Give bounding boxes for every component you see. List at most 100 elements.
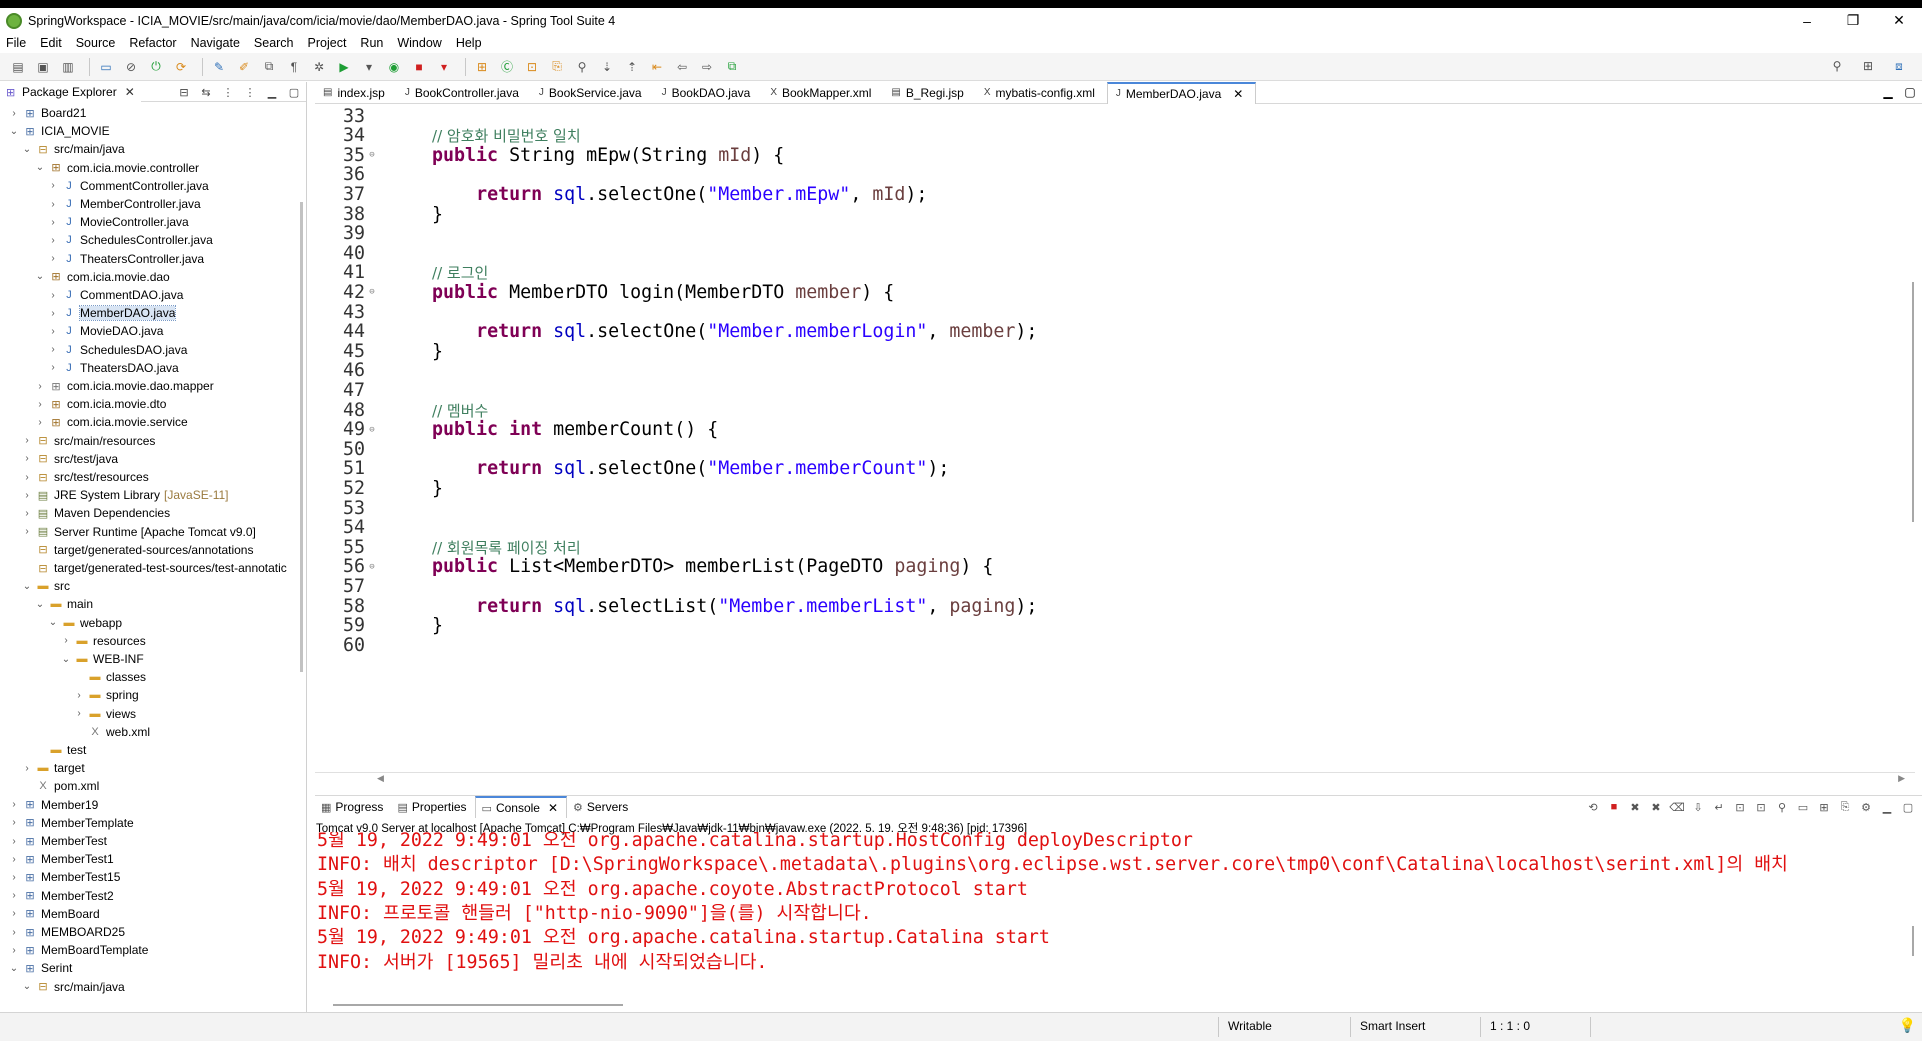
- editor-tab[interactable]: J MemberDAO.java ✕: [1106, 81, 1257, 104]
- coverage-icon[interactable]: ◉: [384, 58, 404, 76]
- editor-tab[interactable]: X BookMapper.xml: [762, 82, 883, 104]
- tree-scrollbar[interactable]: [300, 202, 303, 672]
- tree-item[interactable]: › J SchedulesDAO.java: [47, 341, 187, 359]
- close-icon[interactable]: ✕: [125, 85, 135, 99]
- tree-item[interactable]: ⌄ ▬ WEB-INF: [60, 650, 144, 668]
- tree-item[interactable]: ⌄ ⊞ com.icia.movie.dao: [34, 268, 170, 286]
- expanded-arrow-icon[interactable]: ⌄: [34, 162, 46, 173]
- close-tab-icon[interactable]: ✕: [1233, 87, 1243, 101]
- save-all-icon[interactable]: ▥: [58, 58, 78, 76]
- collapsed-arrow-icon[interactable]: ›: [47, 217, 59, 228]
- tab-progress[interactable]: ▦ Progress: [315, 796, 391, 818]
- console-hscrollbar[interactable]: [333, 1004, 623, 1006]
- search-tool-icon[interactable]: ⚲: [572, 58, 592, 76]
- fold-toggle-icon[interactable]: ⊖: [365, 287, 379, 297]
- open-console-icon[interactable]: ⊞: [1816, 799, 1832, 815]
- close-icon[interactable]: ✕: [548, 801, 558, 815]
- collapsed-arrow-icon[interactable]: ›: [21, 508, 33, 519]
- tree-item[interactable]: › J SchedulesController.java: [47, 231, 212, 249]
- link-with-editor-icon[interactable]: ⇆: [198, 84, 214, 100]
- collapsed-arrow-icon[interactable]: ›: [8, 908, 20, 919]
- filter-icon[interactable]: ⋮: [220, 84, 236, 100]
- word-wrap-icon[interactable]: ↵: [1711, 799, 1727, 815]
- toggle-block-icon[interactable]: ⧉: [259, 58, 279, 76]
- fold-toggle-icon[interactable]: ⊖: [365, 150, 379, 160]
- collapsed-arrow-icon[interactable]: ›: [21, 526, 33, 537]
- tree-item[interactable]: ▬ test: [34, 741, 87, 759]
- menu-refactor[interactable]: Refactor: [129, 36, 176, 50]
- tree-item[interactable]: › ⊞ Board21: [8, 104, 86, 122]
- run-dropdown-icon[interactable]: ▾: [359, 58, 379, 76]
- tree-item[interactable]: › J CommentDAO.java: [47, 286, 183, 304]
- tip-bulb-icon[interactable]: 💡: [1899, 1017, 1916, 1034]
- menu-search[interactable]: Search: [254, 36, 294, 50]
- tree-item[interactable]: › ⊞ MemberTest15: [8, 868, 120, 886]
- tree-item[interactable]: ⌄ ⊞ com.icia.movie.controller: [34, 159, 199, 177]
- collapsed-arrow-icon[interactable]: ›: [8, 854, 20, 865]
- expanded-arrow-icon[interactable]: ⌄: [47, 617, 59, 628]
- tree-item[interactable]: › J TheatersController.java: [47, 250, 204, 268]
- debug-icon[interactable]: ✲: [309, 58, 329, 76]
- editor-tab[interactable]: Xmybatis-config.xml: [976, 82, 1107, 104]
- collapsed-arrow-icon[interactable]: ›: [21, 763, 33, 774]
- expanded-arrow-icon[interactable]: ⌄: [34, 271, 46, 282]
- menu-source[interactable]: Source: [76, 36, 116, 50]
- tab-properties[interactable]: ▤ Properties: [391, 796, 474, 818]
- show-on-output-icon[interactable]: ⊡: [1732, 799, 1748, 815]
- expanded-arrow-icon[interactable]: ⌄: [21, 981, 33, 992]
- collapsed-arrow-icon[interactable]: ›: [8, 890, 20, 901]
- collapsed-arrow-icon[interactable]: ›: [21, 453, 33, 464]
- forward-icon[interactable]: ⇨: [697, 58, 717, 76]
- menu-help[interactable]: Help: [456, 36, 482, 50]
- expanded-arrow-icon[interactable]: ⌄: [21, 581, 33, 592]
- skip-breakpoints-icon[interactable]: ⊘: [121, 58, 141, 76]
- back-icon[interactable]: ⇦: [672, 58, 692, 76]
- collapsed-arrow-icon[interactable]: ›: [8, 927, 20, 938]
- collapsed-arrow-icon[interactable]: ›: [34, 399, 46, 410]
- show-on-error-icon[interactable]: ⊡: [1753, 799, 1769, 815]
- menu-run[interactable]: Run: [360, 36, 383, 50]
- collapsed-arrow-icon[interactable]: ›: [21, 435, 33, 446]
- tree-item[interactable]: ⌄ ▬ src: [21, 577, 70, 595]
- display-console-icon[interactable]: ▭: [1795, 799, 1811, 815]
- tree-item[interactable]: ⌄ ⊞ ICIA_MOVIE: [8, 122, 110, 140]
- tree-item[interactable]: ⌄ ▬ main: [34, 595, 93, 613]
- fold-toggle-icon[interactable]: ⊖: [365, 425, 379, 435]
- tree-item[interactable]: › ▤ JRE System Library [JavaSE-11]: [21, 486, 228, 504]
- expanded-arrow-icon[interactable]: ⌄: [8, 126, 20, 137]
- tree-item[interactable]: › J TheatersDAO.java: [47, 359, 178, 377]
- tree-item[interactable]: ⌄ ⊞ Serint: [8, 959, 73, 977]
- open-task-icon[interactable]: ⎘: [547, 58, 567, 76]
- tree-item[interactable]: ⊟ target/generated-test-sources/test-anno…: [21, 559, 286, 577]
- menu-edit[interactable]: Edit: [40, 36, 62, 50]
- open-perspective-icon[interactable]: ⊞: [1858, 57, 1878, 75]
- menu-navigate[interactable]: Navigate: [191, 36, 240, 50]
- collapsed-arrow-icon[interactable]: ›: [8, 945, 20, 956]
- maximize-icon[interactable]: ▢: [1902, 85, 1918, 99]
- collapsed-arrow-icon[interactable]: ›: [47, 199, 59, 210]
- fold-toggle-icon[interactable]: ⊖: [365, 562, 379, 572]
- tree-item[interactable]: › ▬ target: [21, 759, 84, 777]
- tree-item[interactable]: › J CommentController.java: [47, 177, 208, 195]
- collapsed-arrow-icon[interactable]: ›: [73, 708, 85, 719]
- tree-item[interactable]: › ⊞ MemBoard: [8, 905, 99, 923]
- tree-item[interactable]: › ▬ views: [73, 705, 136, 723]
- tree-item[interactable]: › ⊞ MEMBOARD25: [8, 923, 125, 941]
- mark-occurrences-icon[interactable]: ✎: [209, 58, 229, 76]
- new-java-package-icon[interactable]: ⊞: [472, 58, 492, 76]
- run-icon[interactable]: ▶: [334, 58, 354, 76]
- maximize-icon[interactable]: ▢: [1900, 799, 1916, 815]
- tree-item[interactable]: ⊟ target/generated-sources/annotations: [21, 541, 253, 559]
- collapsed-arrow-icon[interactable]: ›: [47, 290, 59, 301]
- editor-tab[interactable]: J BookService.java: [531, 82, 654, 104]
- show-whitespace-icon[interactable]: ¶: [284, 58, 304, 76]
- tree-item[interactable]: › ⊞ MemberTemplate: [8, 814, 133, 832]
- menu-file[interactable]: File: [6, 36, 26, 50]
- copy-icon[interactable]: ⎘: [1837, 799, 1853, 815]
- tree-item[interactable]: › J MovieController.java: [47, 213, 188, 231]
- collapsed-arrow-icon[interactable]: ›: [8, 836, 20, 847]
- menu-window[interactable]: Window: [397, 36, 441, 50]
- search-icon[interactable]: ⚲: [1827, 57, 1847, 75]
- tree-item[interactable]: › J MovieDAO.java: [47, 322, 163, 340]
- collapsed-arrow-icon[interactable]: ›: [47, 235, 59, 246]
